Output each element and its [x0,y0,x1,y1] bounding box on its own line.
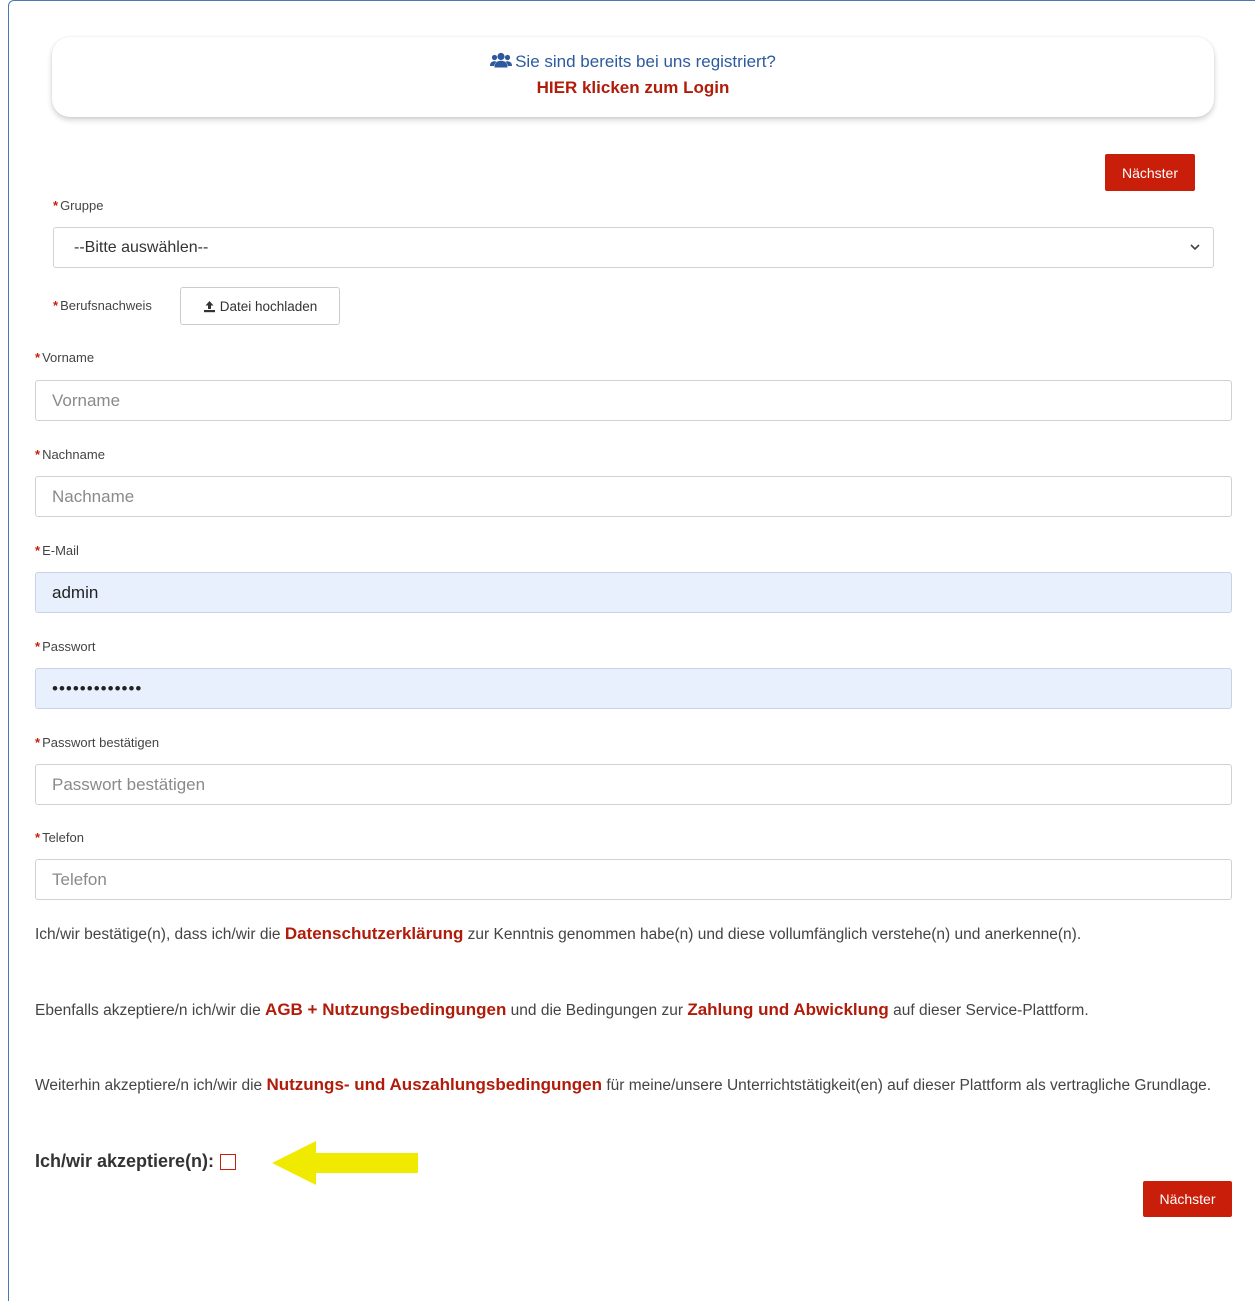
payment-terms-link[interactable]: Zahlung und Abwicklung [687,1000,888,1019]
gruppe-selected-value: --Bitte auswählen-- [74,238,209,256]
terms-text-post: auf dieser Service-Plattform. [888,1002,1089,1019]
terms-consent-text: Ebenfalls akzeptiere/n ich/wir die AGB +… [35,997,1235,1024]
next-button-bottom[interactable]: Nächster [1143,1181,1232,1217]
accept-label: Ich/wir akzeptiere(n): [35,1151,215,1171]
password-confirm-label: * Passwort bestätigen [35,735,159,750]
vorname-label-text: Vorname [42,350,95,365]
terms-text-mid: und die Bedingungen zur [506,1002,688,1019]
upload-icon [203,300,215,312]
required-marker: * [53,198,59,213]
vorname-input[interactable] [35,380,1232,421]
gruppe-label-text: Gruppe [60,198,104,213]
agb-link[interactable]: AGB + Nutzungsbedingungen [265,1000,506,1019]
upload-button-label: Datei hochladen [219,298,318,314]
required-marker: * [35,350,41,365]
chevron-down-icon [1190,244,1200,251]
users-icon [490,52,513,68]
login-link[interactable]: HIER klicken zum Login [52,78,1214,98]
privacy-consent-text: Ich/wir bestätige(n), dass ich/wir die D… [35,921,1235,948]
password-label-text: Passwort [42,639,96,654]
already-registered-label: Sie sind bereits bei uns registriert? [515,52,776,71]
required-marker: * [35,543,41,558]
password-input[interactable] [35,668,1232,709]
nachname-label-text: Nachname [42,447,105,462]
gruppe-select[interactable]: --Bitte auswählen-- [53,227,1214,268]
required-marker: * [35,830,41,845]
payout-text-pre: Weiterhin akzeptiere/n ich/wir die [35,1077,267,1094]
telefon-input[interactable] [35,859,1232,900]
payout-text-post: für meine/unsere Unterrichtstätigkeit(en… [602,1077,1212,1094]
accept-row: Ich/wir akzeptiere(n): [35,1151,237,1172]
required-marker: * [35,735,41,750]
password-label: * Passwort [35,639,96,654]
next-button-top[interactable]: Nächster [1105,154,1195,191]
email-label: * E-Mail [35,543,79,558]
terms-text-pre: Ebenfalls akzeptiere/n ich/wir die [35,1002,266,1019]
payout-consent-text: Weiterhin akzeptiere/n ich/wir die Nutzu… [35,1072,1235,1099]
privacy-text-pre: Ich/wir bestätige(n), dass ich/wir die [35,926,285,943]
payout-terms-link[interactable]: Nutzungs- und Auszahlungsbedingungen [266,1075,602,1094]
page-frame [8,0,1255,1301]
nachname-input[interactable] [35,476,1232,517]
email-input[interactable] [35,572,1232,613]
vorname-label: * Vorname [35,350,94,365]
telefon-label-text: Telefon [42,830,84,845]
required-marker: * [35,447,41,462]
upload-file-button[interactable]: Datei hochladen [180,287,340,325]
privacy-text-post: zur Kenntnis genommen habe(n) und diese … [463,926,1082,943]
email-label-text: E-Mail [42,543,79,558]
berufsnachweis-label: * Berufsnachweis [53,298,152,313]
nachname-label: * Nachname [35,447,105,462]
password-confirm-label-text: Passwort bestätigen [42,735,160,750]
password-confirm-input[interactable] [35,764,1232,805]
privacy-policy-link[interactable]: Datenschutzerklärung [285,924,464,943]
required-marker: * [35,639,41,654]
accept-checkbox[interactable] [220,1153,237,1170]
login-card: Sie sind bereits bei uns registriert? HI… [52,37,1214,117]
required-marker: * [53,298,59,313]
telefon-label: * Telefon [35,830,84,845]
berufsnachweis-label-text: Berufsnachweis [60,298,152,313]
yellow-arrow-icon [272,1141,418,1185]
already-registered-text: Sie sind bereits bei uns registriert? [52,52,1214,72]
gruppe-label: * Gruppe [53,198,103,213]
